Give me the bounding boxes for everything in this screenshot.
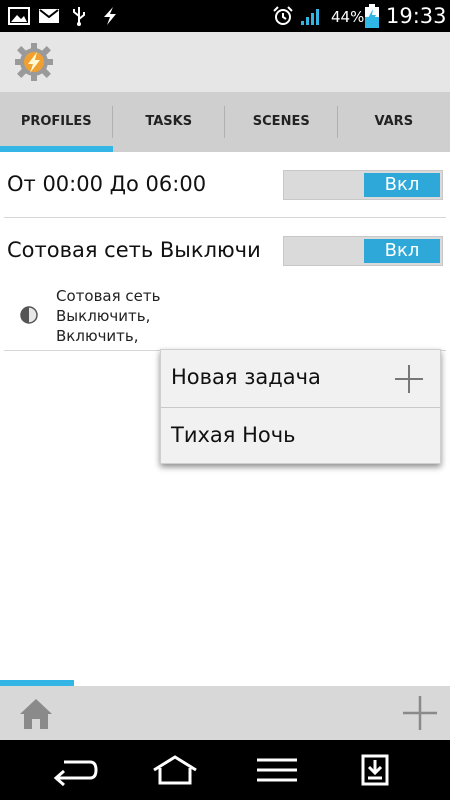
status-bar: 44% 19:33 bbox=[0, 0, 450, 32]
menu-item-new-task[interactable]: Новая задача bbox=[161, 350, 440, 407]
profile-toggle-time[interactable]: Вкл bbox=[283, 170, 443, 200]
profile-title-cellular[interactable]: Сотовая сеть Выключи bbox=[7, 238, 261, 262]
app-bar bbox=[0, 32, 450, 92]
home-outline-icon[interactable] bbox=[150, 754, 200, 786]
toggle-on-label: Вкл bbox=[364, 173, 440, 197]
tab-tasks-label: TASKS bbox=[145, 114, 193, 129]
mail-icon bbox=[39, 9, 59, 23]
plus-icon bbox=[395, 365, 423, 393]
tab-scenes-label: SCENES bbox=[252, 114, 310, 129]
task-detail-line: Выключить, bbox=[56, 307, 151, 325]
tab-tasks[interactable]: TASKS bbox=[113, 92, 225, 152]
task-detail-line: Сотовая сеть bbox=[56, 287, 161, 305]
home-icon[interactable] bbox=[18, 696, 54, 732]
image-icon bbox=[8, 7, 30, 25]
bottom-bar bbox=[0, 686, 450, 740]
profile-toggle-cellular[interactable]: Вкл bbox=[283, 236, 443, 266]
alarm-icon bbox=[273, 6, 293, 25]
back-icon[interactable] bbox=[50, 754, 100, 786]
usb-icon bbox=[73, 7, 85, 26]
tab-vars[interactable]: VARS bbox=[338, 92, 450, 152]
tab-profiles[interactable]: PROFILES bbox=[0, 92, 113, 152]
profile-title-time[interactable]: От 00:00 До 06:00 bbox=[7, 172, 206, 196]
system-nav-bar bbox=[0, 740, 450, 800]
menu-item-quiet-night[interactable]: Тихая Ночь bbox=[161, 408, 440, 465]
download-box-icon[interactable] bbox=[350, 754, 400, 786]
tab-profiles-label: PROFILES bbox=[20, 114, 92, 129]
battery-charging-icon bbox=[365, 4, 379, 28]
tab-bar: PROFILES TASKS SCENES VARS bbox=[0, 92, 450, 152]
plus-icon[interactable] bbox=[402, 695, 438, 731]
menu-icon[interactable] bbox=[252, 754, 302, 786]
menu-item-quiet-night-label: Тихая Ночь bbox=[171, 423, 296, 447]
half-circle-icon[interactable] bbox=[20, 306, 38, 324]
battery-percent: 44% bbox=[331, 8, 365, 26]
menu-item-new-task-label: Новая задача bbox=[171, 365, 321, 389]
divider bbox=[4, 217, 446, 218]
signal-icon bbox=[301, 9, 319, 25]
clock: 19:33 bbox=[386, 4, 447, 28]
toggle-on-label: Вкл bbox=[364, 239, 440, 263]
tab-vars-label: VARS bbox=[374, 114, 414, 129]
active-tab-indicator bbox=[0, 146, 113, 152]
task-popup-menu: Новая задача Тихая Ночь bbox=[160, 349, 441, 464]
task-detail-line: Включить, bbox=[56, 327, 139, 345]
tab-scenes[interactable]: SCENES bbox=[225, 92, 338, 152]
tasker-gear-lightning-icon[interactable] bbox=[14, 42, 54, 82]
bolt-icon bbox=[104, 7, 116, 25]
